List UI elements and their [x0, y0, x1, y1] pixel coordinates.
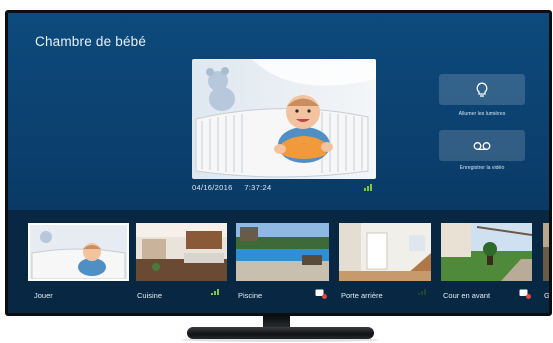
camera-strip: Jouer Cuisine Piscine Porte arrière Cour…	[8, 210, 550, 313]
clip-icon	[315, 289, 327, 299]
baby-camera-image	[192, 59, 376, 179]
lights-button[interactable]	[439, 74, 525, 105]
lights-label: Allumer les lumières	[458, 111, 506, 117]
lightbulb-icon	[476, 82, 488, 97]
front-yard-thumbnail	[441, 223, 532, 281]
camera-label-ga: Ga	[544, 291, 550, 300]
timestamp-date: 04/16/2016	[192, 183, 233, 192]
camera-label-cuisine: Cuisine	[137, 291, 163, 300]
camera-thumb-jouer[interactable]	[28, 223, 129, 281]
camera-label-jouer: Jouer	[34, 291, 53, 300]
record-video-button[interactable]	[439, 130, 525, 161]
camera-label-piscine: Piscine	[238, 291, 263, 300]
live-view-panel: Chambre de bébé 04/16/2016 7:37:24 Allum…	[8, 13, 549, 210]
signal-icon	[364, 184, 372, 191]
tv-stand-shadow	[180, 338, 380, 342]
pool-thumbnail	[236, 223, 329, 281]
nursery-thumbnail	[30, 225, 127, 279]
garage-thumbnail	[543, 223, 549, 281]
camera-thumb-porte-arriere[interactable]	[339, 223, 431, 281]
timestamp: 04/16/2016 7:37:24	[192, 183, 271, 192]
cuisine-signal-icon	[211, 289, 219, 295]
record-video-label: Enregistrer la vidéo	[459, 165, 505, 171]
camera-thumb-piscine[interactable]	[236, 223, 329, 281]
back-door-thumbnail	[339, 223, 431, 281]
kitchen-thumbnail	[136, 223, 227, 281]
clip-icon	[519, 289, 531, 299]
voicemail-icon	[473, 141, 491, 150]
tv-screen: Chambre de bébé 04/16/2016 7:37:24 Allum…	[5, 10, 552, 316]
camera-label-porte-arriere: Porte arrière	[341, 291, 383, 300]
main-camera-feed[interactable]	[192, 59, 376, 179]
camera-thumb-cour-en-avant[interactable]	[441, 223, 532, 281]
camera-label-cour-en-avant: Cour en avant	[443, 291, 491, 300]
timestamp-time: 7:37:24	[244, 183, 272, 192]
porte-arriere-signal-icon	[418, 289, 426, 295]
room-title: Chambre de bébé	[35, 34, 147, 49]
camera-thumb-ga[interactable]	[543, 223, 549, 281]
camera-thumb-cuisine[interactable]	[136, 223, 227, 281]
